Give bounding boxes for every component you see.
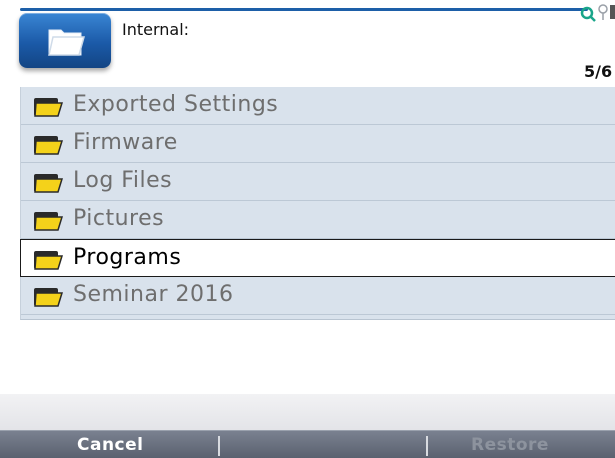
header-accent-line (20, 8, 588, 11)
folder-icon (34, 212, 63, 231)
page-counter: 5/6 (584, 62, 613, 81)
cancel-button[interactable]: Cancel (77, 435, 143, 455)
list-item-pictures[interactable]: Pictures (21, 201, 615, 239)
folder-list: Exported Settings Firmware Log Files Pic… (20, 87, 615, 320)
folder-icon (34, 98, 63, 117)
search-icon[interactable] (580, 2, 615, 24)
open-folder-icon (48, 29, 85, 56)
top-right-icons (580, 2, 615, 24)
list-item-label: Log Files (73, 168, 173, 193)
folder-button[interactable] (19, 13, 111, 68)
storage-location-label: Internal: (122, 20, 190, 39)
list-item-exported-settings[interactable]: Exported Settings (21, 87, 615, 125)
softkey-bar: Cancel Restore (0, 430, 615, 458)
folder-icon (34, 288, 63, 307)
list-item-label: Firmware (73, 130, 178, 155)
folder-icon (34, 174, 63, 193)
list-item-label: Programs (73, 245, 182, 270)
list-item-label: Exported Settings (73, 92, 279, 117)
folder-icon (34, 136, 63, 155)
list-item-programs[interactable]: Programs (20, 239, 615, 277)
header: Internal: 5/6 (0, 0, 615, 86)
softkey-divider (426, 436, 428, 456)
file-browser-screen: Internal: 5/6 Exported Settings Firmware… (0, 0, 615, 458)
list-item-label: Seminar 2016 (73, 282, 234, 307)
list-item-seminar-2016[interactable]: Seminar 2016 (21, 277, 615, 315)
list-item-log-files[interactable]: Log Files (21, 163, 615, 201)
restore-button[interactable]: Restore (471, 435, 549, 455)
folder-icon (34, 251, 63, 270)
list-item-firmware[interactable]: Firmware (21, 125, 615, 163)
list-item-label: Pictures (73, 206, 165, 231)
softkey-divider (218, 436, 220, 456)
footer-band (0, 394, 615, 430)
